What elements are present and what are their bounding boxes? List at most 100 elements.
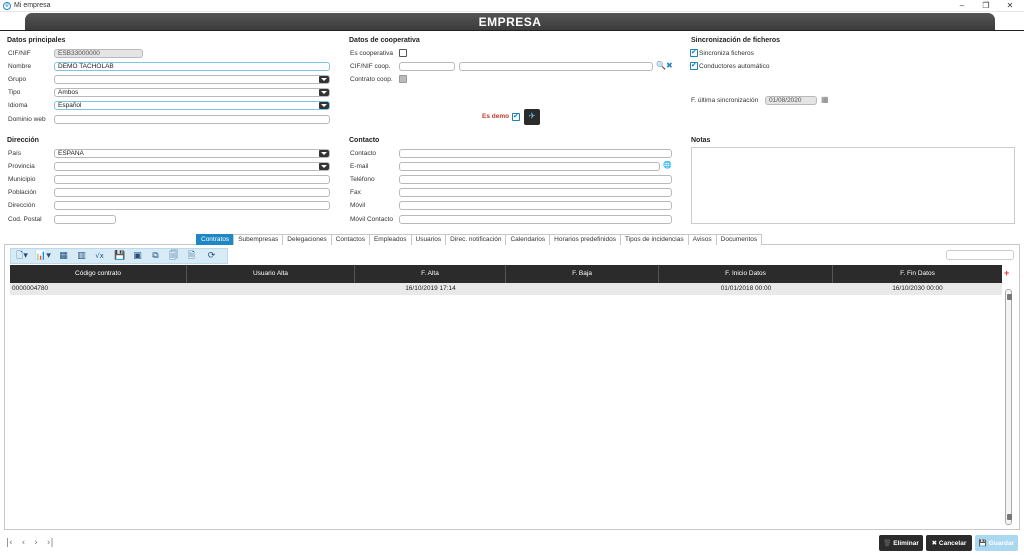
direccion-field[interactable] xyxy=(54,201,330,210)
guardar-label: Guardar xyxy=(988,540,1015,547)
telefono-field[interactable] xyxy=(399,175,672,184)
col-f-baja[interactable]: F. Baja xyxy=(506,265,659,283)
scrollbar-track[interactable] xyxy=(1005,289,1012,525)
cp-field[interactable] xyxy=(54,215,116,224)
restore-button[interactable]: ❐ xyxy=(975,0,997,12)
dominio-label: Dominio web xyxy=(8,116,46,123)
screen-icon[interactable]: ▣ xyxy=(132,251,143,262)
scroll-down-icon[interactable] xyxy=(1007,514,1012,520)
movil-field[interactable] xyxy=(399,201,672,210)
cell-f-baja xyxy=(506,283,659,295)
cancel-icon: ✖ xyxy=(931,539,938,547)
grid-icon[interactable]: ▥ xyxy=(76,251,87,262)
cancelar-button[interactable]: ✖ Cancelar xyxy=(926,535,972,551)
pais-select[interactable]: ESPAÑA xyxy=(54,149,330,158)
file-icon[interactable]: 🗎 xyxy=(186,251,197,262)
chevron-down-icon[interactable] xyxy=(319,150,329,157)
section-sincronizacion: Sincronización de ficheros xyxy=(691,37,781,44)
idioma-select[interactable]: Español xyxy=(54,101,330,110)
plane-icon[interactable]: ✈ xyxy=(524,109,540,125)
chevron-down-icon[interactable] xyxy=(319,163,329,170)
poblacion-field[interactable] xyxy=(54,188,330,197)
copy-icon[interactable]: 🗐 xyxy=(168,251,179,262)
table-row[interactable]: 0000004780 16/10/2019 17:14 01/01/2018 0… xyxy=(10,283,1002,295)
sincroniza-checkbox[interactable] xyxy=(690,48,698,57)
cp-label: Cod. Postal xyxy=(8,216,42,223)
add-column-icon[interactable]: + xyxy=(1004,268,1009,278)
grid-toolbar: 🗋▾ 📊▾ ▦ ▥ √x 💾 ▣ ⧉ 🗐 🗎 ⟳ xyxy=(10,248,228,264)
notas-textarea[interactable] xyxy=(691,147,1015,224)
first-page-icon[interactable]: |‹ xyxy=(6,538,13,548)
es-coop-checkbox[interactable] xyxy=(399,49,407,57)
calendar-icon[interactable]: ▦ xyxy=(821,95,829,104)
fax-label: Fax xyxy=(350,189,361,196)
table-header: Código contrato Usuario Alta F. Alta F. … xyxy=(10,265,1002,283)
globe-icon[interactable]: 🌐 xyxy=(663,161,672,169)
section-cooperativa: Datos de cooperativa xyxy=(349,37,420,44)
table-icon[interactable]: ▦ xyxy=(58,251,69,262)
nombre-label: Nombre xyxy=(8,63,32,70)
col-usuario-alta[interactable]: Usuario Alta xyxy=(187,265,355,283)
export-icon[interactable]: ⧉ xyxy=(150,251,161,262)
grupo-select[interactable] xyxy=(54,75,330,84)
tipo-label: Tipo xyxy=(8,89,21,96)
es-demo-checkbox[interactable] xyxy=(512,112,520,121)
chart-icon[interactable]: 📊▾ xyxy=(34,251,52,262)
eliminar-button[interactable]: 🗑 Eliminar xyxy=(879,535,923,551)
conductores-checkbox[interactable] xyxy=(690,61,698,70)
provincia-select[interactable] xyxy=(54,162,330,171)
cell-f-inicio: 01/01/2018 00:00 xyxy=(720,285,772,292)
chevron-down-icon[interactable] xyxy=(319,76,329,83)
col-f-alta[interactable]: F. Alta xyxy=(355,265,506,283)
direccion-label: Dirección xyxy=(8,202,36,209)
close-button[interactable]: ✕ xyxy=(999,0,1021,12)
formula-icon[interactable]: √x xyxy=(94,251,105,262)
col-codigo-contrato[interactable]: Código contrato xyxy=(10,265,187,283)
minimize-button[interactable]: – xyxy=(951,0,973,12)
coop-name-field[interactable] xyxy=(459,62,653,71)
cif-coop-field[interactable] xyxy=(399,62,455,71)
section-direccion: Dirección xyxy=(7,137,39,144)
municipio-field[interactable] xyxy=(54,175,330,184)
contrato-coop-checkbox[interactable] xyxy=(399,75,407,83)
guardar-button[interactable]: 💾 Guardar xyxy=(975,535,1018,551)
search-icon[interactable]: 🔍 xyxy=(656,61,666,70)
tipo-select[interactable]: Ambos xyxy=(54,88,330,97)
new-doc-icon[interactable]: 🗋▾ xyxy=(14,251,30,262)
prev-page-icon[interactable]: ‹ xyxy=(22,538,26,548)
clear-icon[interactable]: ✖ xyxy=(666,61,673,70)
email-field[interactable] xyxy=(399,162,660,171)
nombre-field[interactable]: DEMO TACHOLAB xyxy=(54,62,330,71)
save-icon[interactable]: 💾 xyxy=(114,251,125,262)
last-page-icon[interactable]: ›| xyxy=(47,538,54,548)
eliminar-label: Eliminar xyxy=(893,540,919,547)
cell-usuario xyxy=(187,283,355,295)
fax-field[interactable] xyxy=(399,188,672,197)
pais-label: País xyxy=(8,150,22,157)
dominio-field[interactable] xyxy=(54,115,330,124)
es-coop-label: Es cooperativa xyxy=(350,50,393,57)
col-f-inicio-datos[interactable]: F. Inicio Datos xyxy=(659,265,833,283)
cif-label: CIF/NIF xyxy=(8,50,31,57)
page-title: EMPRESA xyxy=(25,13,995,31)
refresh-icon[interactable]: ⟳ xyxy=(206,251,217,262)
cif-field[interactable]: ESB33000000 xyxy=(54,49,143,58)
window-title: Mi empresa xyxy=(14,2,51,9)
section-contacto: Contacto xyxy=(349,137,380,144)
col-f-fin-datos[interactable]: F. Fin Datos xyxy=(833,265,1002,283)
next-page-icon[interactable]: › xyxy=(34,538,38,548)
chevron-down-icon[interactable] xyxy=(319,89,329,96)
vertical-scrollbar[interactable] xyxy=(1005,289,1012,525)
movil-contacto-field[interactable] xyxy=(399,215,672,224)
fecha-sync-field: 01/08/2020 xyxy=(765,96,817,105)
cell-f-alta: 16/10/2019 17:14 xyxy=(405,285,456,292)
save-icon: 💾 xyxy=(978,539,987,547)
email-label: E-mail xyxy=(350,163,369,170)
grid-search-input[interactable] xyxy=(946,250,1014,260)
chevron-down-icon[interactable] xyxy=(319,102,329,109)
contacto-label: Contacto xyxy=(350,150,377,157)
contacto-field[interactable] xyxy=(399,149,672,158)
telefono-label: Teléfono xyxy=(350,176,375,183)
pais-value: ESPAÑA xyxy=(58,150,84,157)
scroll-up-icon[interactable] xyxy=(1007,294,1012,300)
